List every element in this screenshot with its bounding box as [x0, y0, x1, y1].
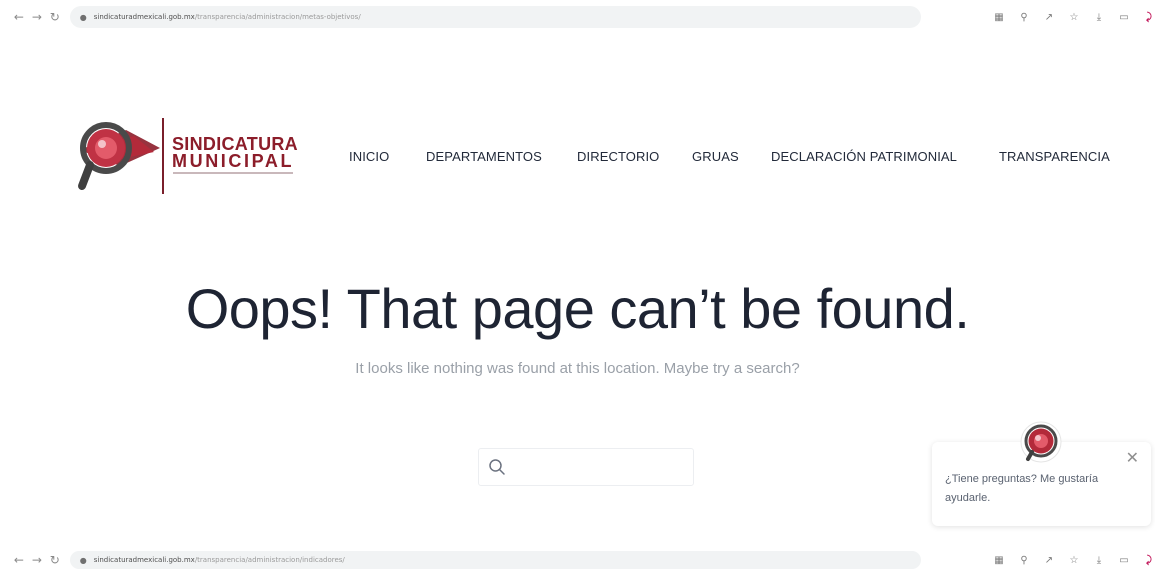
forward-arrow-icon[interactable]: → [28, 8, 46, 26]
extension-icon[interactable]: ⤸ [1143, 12, 1155, 23]
close-icon[interactable]: ✕ [1126, 448, 1139, 467]
nav-item-declaracion-patrimonial[interactable]: DECLARACIÓN PATRIMONIAL [771, 149, 957, 164]
browser-toolbar: ← → ↻ ● sindicaturadmexicali.gob.mx /tra… [0, 0, 1155, 34]
nav-item-inicio[interactable]: INICIO [349, 149, 389, 164]
page: ← → ↻ ● sindicaturadmexicali.gob.mx /tra… [0, 0, 1155, 573]
logo-tagline [173, 172, 293, 174]
star-icon[interactable]: ☆ [1068, 555, 1080, 566]
search-icon[interactable] [488, 458, 506, 476]
zoom-icon[interactable]: ⚲ [1018, 12, 1030, 23]
back-arrow-icon[interactable]: ← [10, 551, 28, 569]
download-icon[interactable]: ⤓ [1093, 12, 1105, 23]
star-icon[interactable]: ☆ [1068, 12, 1080, 23]
forward-arrow-icon[interactable]: → [28, 551, 46, 569]
url-host: sindicaturadmexicali.gob.mx [93, 556, 195, 564]
main-nav: INICIO DEPARTAMENTOS DIRECTORIO GRUAS DE… [0, 149, 1155, 165]
lock-icon: ● [79, 556, 87, 565]
address-bar[interactable]: ● sindicaturadmexicali.gob.mx /transpare… [69, 551, 921, 569]
translate-icon[interactable]: ▦ [993, 12, 1005, 23]
page-title: Oops! That page can’t be found. [185, 277, 970, 340]
download-icon[interactable]: ⤓ [1093, 555, 1105, 566]
extension-icon[interactable]: ⤸ [1143, 555, 1155, 566]
nav-item-gruas[interactable]: GRUAS [692, 149, 739, 164]
nav-item-transparencia[interactable]: TRANSPARENCIA [999, 149, 1110, 164]
url-path: /transparencia/administracion/metas-obje… [194, 13, 361, 21]
search-input[interactable] [514, 458, 678, 476]
browser-toolbar-bottom: ← → ↻ ● sindicaturadmexicali.gob.mx /tra… [0, 547, 1155, 573]
site-header: SINDICATURA MUNICIPAL INICIO DEPARTAMENT… [0, 112, 1155, 202]
lock-icon: ● [79, 13, 87, 22]
chat-message: ¿Tiene preguntas? Me gustaría ayudarle. [945, 473, 1099, 504]
search-box[interactable] [478, 448, 694, 486]
tab-icon[interactable]: ▭ [1118, 12, 1130, 23]
share-icon[interactable]: ↗ [1043, 555, 1055, 566]
reload-icon[interactable]: ↻ [46, 8, 64, 26]
translate-icon[interactable]: ▦ [993, 555, 1005, 566]
page-subtitle: It looks like nothing was found at this … [355, 360, 800, 377]
chat-avatar-icon[interactable] [1020, 421, 1062, 463]
zoom-icon[interactable]: ⚲ [1018, 555, 1030, 566]
back-arrow-icon[interactable]: ← [10, 8, 28, 26]
share-icon[interactable]: ↗ [1043, 12, 1055, 23]
nav-item-directorio[interactable]: DIRECTORIO [577, 149, 659, 164]
url-host: sindicaturadmexicali.gob.mx [93, 13, 195, 21]
url-path: /transparencia/administracion/indicadore… [194, 556, 345, 564]
address-bar[interactable]: ● sindicaturadmexicali.gob.mx /transpare… [69, 6, 921, 28]
nav-item-departamentos[interactable]: DEPARTAMENTOS [426, 149, 542, 164]
tab-icon[interactable]: ▭ [1118, 555, 1130, 566]
reload-icon[interactable]: ↻ [46, 551, 64, 569]
